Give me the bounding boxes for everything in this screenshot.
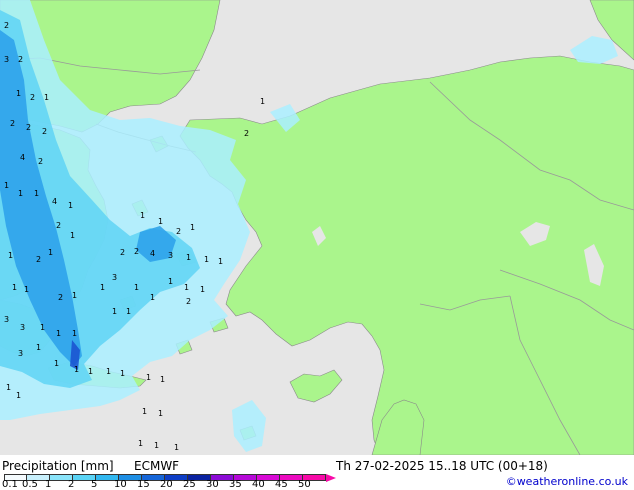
value-label: 1 bbox=[68, 201, 73, 210]
value-label: 1 bbox=[70, 231, 75, 240]
value-label: 1 bbox=[88, 367, 93, 376]
value-label: 1 bbox=[112, 307, 117, 316]
value-label: 1 bbox=[134, 283, 139, 292]
legend-tick: 0.5 bbox=[22, 479, 38, 490]
value-label: 1 bbox=[204, 255, 209, 264]
value-label: 4 bbox=[20, 153, 25, 162]
precipitation-map: 23 21 2212 24 2141 11211 21 2 4 3 1 1 1321 12 11 1133 11… bbox=[0, 0, 634, 455]
value-label: 1 bbox=[100, 283, 105, 292]
value-label: 1 bbox=[34, 189, 39, 198]
legend-tick: 25 bbox=[183, 479, 196, 490]
value-label: 2 bbox=[120, 248, 125, 257]
value-label: 2 bbox=[186, 297, 191, 306]
value-label: 1 bbox=[190, 223, 195, 232]
value-label: 3 bbox=[4, 315, 9, 324]
value-label: 1 bbox=[12, 283, 17, 292]
value-label: 2 bbox=[26, 123, 31, 132]
value-label: 1 bbox=[36, 343, 41, 352]
legend-title: Precipitation [mm] bbox=[2, 459, 114, 473]
value-label: 1 bbox=[56, 329, 61, 338]
legend-tick: 15 bbox=[137, 479, 150, 490]
value-label: 1 bbox=[72, 329, 77, 338]
value-label: 1 bbox=[168, 277, 173, 286]
value-label: 1 bbox=[158, 217, 163, 226]
value-label: 1 bbox=[16, 89, 21, 98]
model-name: ECMWF bbox=[134, 459, 180, 473]
value-label: 2 bbox=[10, 119, 15, 128]
legend-tick: 45 bbox=[275, 479, 288, 490]
value-label: 1 bbox=[260, 97, 265, 106]
value-label: 2 bbox=[36, 255, 41, 264]
weather-map-page: 2321221224214111211212431113211211113311… bbox=[0, 0, 634, 490]
value-label: 1 bbox=[154, 441, 159, 450]
legend-tick: 5 bbox=[91, 479, 98, 490]
value-label: 1 bbox=[4, 181, 9, 190]
value-label: 1 bbox=[44, 93, 49, 102]
legend-tick: 20 bbox=[160, 479, 173, 490]
value-label: 1 bbox=[150, 293, 155, 302]
legend-tick: 30 bbox=[206, 479, 219, 490]
value-label: 3 bbox=[112, 273, 117, 282]
value-label: 2 bbox=[18, 55, 23, 64]
value-label: 1 bbox=[40, 323, 45, 332]
value-label: 2 bbox=[56, 221, 61, 230]
legend-tick: 50 bbox=[298, 479, 311, 490]
value-label: 2 bbox=[244, 129, 249, 138]
value-label: 1 bbox=[174, 443, 179, 452]
legend-tick: 40 bbox=[252, 479, 265, 490]
value-label: 4 bbox=[150, 249, 155, 258]
value-label: 1 bbox=[24, 285, 29, 294]
value-label: 2 bbox=[134, 247, 139, 256]
legend-tick: 10 bbox=[114, 479, 127, 490]
value-label: 1 bbox=[160, 375, 165, 384]
value-label: 3 bbox=[18, 349, 23, 358]
value-label: 1 bbox=[54, 359, 59, 368]
value-label: 1 bbox=[74, 365, 79, 374]
value-label: 1 bbox=[142, 407, 147, 416]
value-label: 2 bbox=[30, 93, 35, 102]
value-label: 2 bbox=[4, 21, 9, 30]
value-label: 1 bbox=[126, 307, 131, 316]
value-label: 1 bbox=[48, 248, 53, 257]
legend-tick: 0.1 bbox=[2, 479, 18, 490]
value-label: 2 bbox=[58, 293, 63, 302]
value-label: 1 bbox=[16, 391, 21, 400]
value-label: 3 bbox=[168, 251, 173, 260]
value-label: 1 bbox=[6, 383, 11, 392]
value-label: 2 bbox=[38, 157, 43, 166]
value-label: 1 bbox=[200, 285, 205, 294]
value-label: 3 bbox=[20, 323, 25, 332]
value-label: 4 bbox=[52, 197, 57, 206]
value-label: 1 bbox=[8, 251, 13, 260]
value-label: 1 bbox=[186, 253, 191, 262]
value-label: 1 bbox=[218, 257, 223, 266]
value-label: 1 bbox=[140, 211, 145, 220]
legend-tick: 2 bbox=[68, 479, 75, 490]
value-label: 1 bbox=[158, 409, 163, 418]
value-label: 1 bbox=[72, 291, 77, 300]
value-label: 2 bbox=[42, 127, 47, 136]
legend-arrow bbox=[326, 474, 336, 482]
credit-link[interactable]: ©weatheronline.co.uk bbox=[506, 475, 628, 488]
value-label: 1 bbox=[184, 283, 189, 292]
legend-tick: 1 bbox=[45, 479, 52, 490]
value-label: 1 bbox=[146, 373, 151, 382]
value-label: 1 bbox=[106, 367, 111, 376]
legend-tick: 35 bbox=[229, 479, 242, 490]
value-label: 1 bbox=[120, 369, 125, 378]
value-label: 1 bbox=[18, 189, 23, 198]
value-label: 3 bbox=[4, 55, 9, 64]
value-label: 1 bbox=[138, 439, 143, 448]
value-label: 2 bbox=[176, 227, 181, 236]
validity-time: Th 27-02-2025 15..18 UTC (00+18) bbox=[336, 459, 548, 473]
